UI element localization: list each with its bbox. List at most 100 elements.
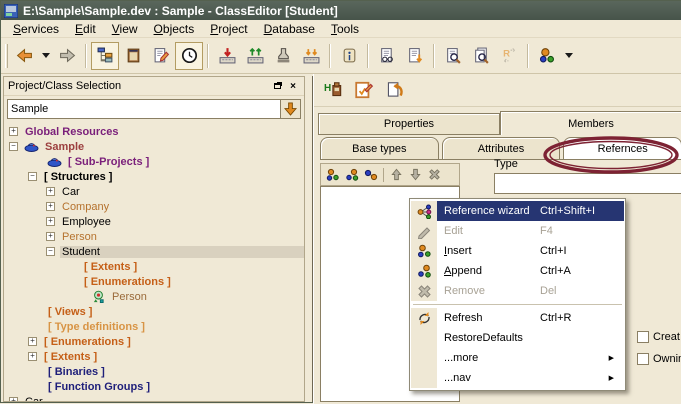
expand-icon[interactable]: + <box>46 217 55 226</box>
remove-button[interactable] <box>426 166 443 183</box>
expand-icon[interactable]: + <box>28 337 37 346</box>
import-button[interactable] <box>213 42 241 70</box>
back-history-dropdown[interactable] <box>38 42 53 70</box>
tree-item-student-extents[interactable]: [ Extents ] <box>4 259 304 274</box>
close-panel-button[interactable]: × <box>286 80 300 93</box>
edit-properties-button[interactable] <box>352 78 376 102</box>
import-all-button[interactable] <box>297 42 325 70</box>
tree-item-views[interactable]: [ Views ] <box>4 304 304 319</box>
menu-item-more[interactable]: ...more ▶ <box>411 348 624 368</box>
import-keyboard-red-icon <box>219 47 236 64</box>
menu-view[interactable]: View <box>104 21 146 37</box>
tree-item-car-root[interactable]: + Car <box>4 394 304 401</box>
find-documents-button[interactable] <box>467 42 495 70</box>
tree-item-global-resources[interactable]: + Global Resources <box>4 124 304 139</box>
tab-attributes[interactable]: Attributes <box>442 137 561 160</box>
menu-objects[interactable]: Objects <box>146 21 203 37</box>
menu-tools[interactable]: Tools <box>323 21 367 37</box>
type-label: Type <box>494 158 518 170</box>
tree-item-structures[interactable]: − [ Structures ] <box>4 169 304 184</box>
history-button[interactable]: H <box>322 78 346 102</box>
checkbox-create[interactable]: Creat <box>637 329 681 344</box>
tab-members[interactable]: Members <box>500 111 681 135</box>
edit-document-button[interactable] <box>147 42 175 70</box>
menu-project[interactable]: Project <box>202 21 255 37</box>
menu-item-append[interactable]: Append Ctrl+A <box>411 261 624 281</box>
repository-button[interactable] <box>119 42 147 70</box>
reference-wizard-button[interactable] <box>362 166 379 183</box>
panel-splitter[interactable] <box>305 76 313 402</box>
move-down-button[interactable] <box>407 166 424 183</box>
tree-item-binaries[interactable]: [ Binaries ] <box>4 364 304 379</box>
menu-item-remove[interactable]: Remove Del <box>411 281 624 301</box>
menu-item-edit[interactable]: Edit F4 <box>411 221 624 241</box>
menu-services[interactable]: Services <box>5 21 67 37</box>
refresh-r-disabled-icon: R <box>501 47 518 64</box>
tree-item-car[interactable]: + Car <box>4 184 304 199</box>
menu-item-reference-wizard[interactable]: Reference wizard Ctrl+Shift+I <box>411 201 624 221</box>
tree-item-function-groups[interactable]: [ Function Groups ] <box>4 379 304 394</box>
refresh-references-button[interactable]: R <box>495 42 523 70</box>
expand-icon[interactable]: + <box>46 187 55 196</box>
clock-button[interactable] <box>175 42 203 70</box>
collapse-icon[interactable]: − <box>9 142 18 151</box>
menu-bar: Services Edit View Objects Project Datab… <box>1 20 681 38</box>
tree-item-person[interactable]: + Person <box>4 229 304 244</box>
class-tree-button[interactable] <box>91 42 119 70</box>
tree-item-student[interactable]: − Student <box>4 244 304 259</box>
menu-database[interactable]: Database <box>256 21 323 37</box>
tab-references[interactable]: Refernces <box>563 137 681 160</box>
insert-reference-button[interactable] <box>324 166 341 183</box>
revert-button[interactable] <box>382 78 406 102</box>
menu-edit[interactable]: Edit <box>67 21 104 37</box>
expand-icon[interactable]: + <box>46 202 55 211</box>
project-combo-input[interactable] <box>7 99 280 119</box>
script-info-button[interactable] <box>335 42 363 70</box>
tree-item-employee[interactable]: + Employee <box>4 214 304 229</box>
type-field[interactable] <box>494 173 681 194</box>
tree-item-company[interactable]: + Company <box>4 199 304 214</box>
tree-item-student-person[interactable]: Person <box>4 289 304 304</box>
toolbar-separator <box>383 168 384 182</box>
stamp-button[interactable] <box>269 42 297 70</box>
menu-item-refresh[interactable]: Refresh Ctrl+R <box>411 308 624 328</box>
objects-dropdown-icon <box>565 53 573 58</box>
collapse-icon[interactable]: − <box>46 247 55 256</box>
checkbox-icon[interactable] <box>637 331 649 343</box>
checkbox-icon[interactable] <box>637 353 649 365</box>
expand-icon[interactable]: + <box>28 352 37 361</box>
menu-item-insert[interactable]: Insert Ctrl+I <box>411 241 624 261</box>
tab-base-types[interactable]: Base types <box>320 137 439 160</box>
tree-item-extents[interactable]: + [ Extents ] <box>4 349 304 364</box>
expand-icon[interactable]: + <box>9 397 18 401</box>
export-button[interactable] <box>241 42 269 70</box>
checkbox-owning[interactable]: Ownin <box>637 351 681 366</box>
collapse-icon[interactable]: − <box>28 172 37 181</box>
float-panel-button[interactable] <box>270 80 284 93</box>
tree-item-student-enumerations[interactable]: [ Enumerations ] <box>4 274 304 289</box>
tree-item-sample[interactable]: − Sample <box>4 139 304 154</box>
tree-item-enumerations[interactable]: + [ Enumerations ] <box>4 334 304 349</box>
tab-properties[interactable]: Properties <box>318 113 500 135</box>
objects-button[interactable] <box>533 42 561 70</box>
tree-item-sub-projects[interactable]: [ Sub-Projects ] <box>4 154 304 169</box>
forward-button[interactable] <box>53 42 81 70</box>
move-up-button[interactable] <box>388 166 405 183</box>
save-document-button[interactable] <box>401 42 429 70</box>
append-reference-icon <box>345 168 359 182</box>
find-document-button[interactable] <box>439 42 467 70</box>
menu-item-restore-defaults[interactable]: RestoreDefaults <box>411 328 624 348</box>
menu-item-nav[interactable]: ...nav ▶ <box>411 368 624 388</box>
tree-item-type-definitions[interactable]: [ Type definitions ] <box>4 319 304 334</box>
expand-icon[interactable]: + <box>46 232 55 241</box>
panel-header: Project/Class Selection × <box>4 77 304 96</box>
references-list-toolbar <box>320 163 460 186</box>
objects-dropdown[interactable] <box>561 42 576 70</box>
check-document-button[interactable] <box>373 42 401 70</box>
history-dropdown-icon <box>42 53 50 58</box>
back-button[interactable] <box>10 42 38 70</box>
expand-icon[interactable]: + <box>9 127 18 136</box>
append-reference-button[interactable] <box>343 166 360 183</box>
project-combo-dropdown[interactable] <box>280 99 301 119</box>
toolbar-grip[interactable] <box>5 44 8 68</box>
